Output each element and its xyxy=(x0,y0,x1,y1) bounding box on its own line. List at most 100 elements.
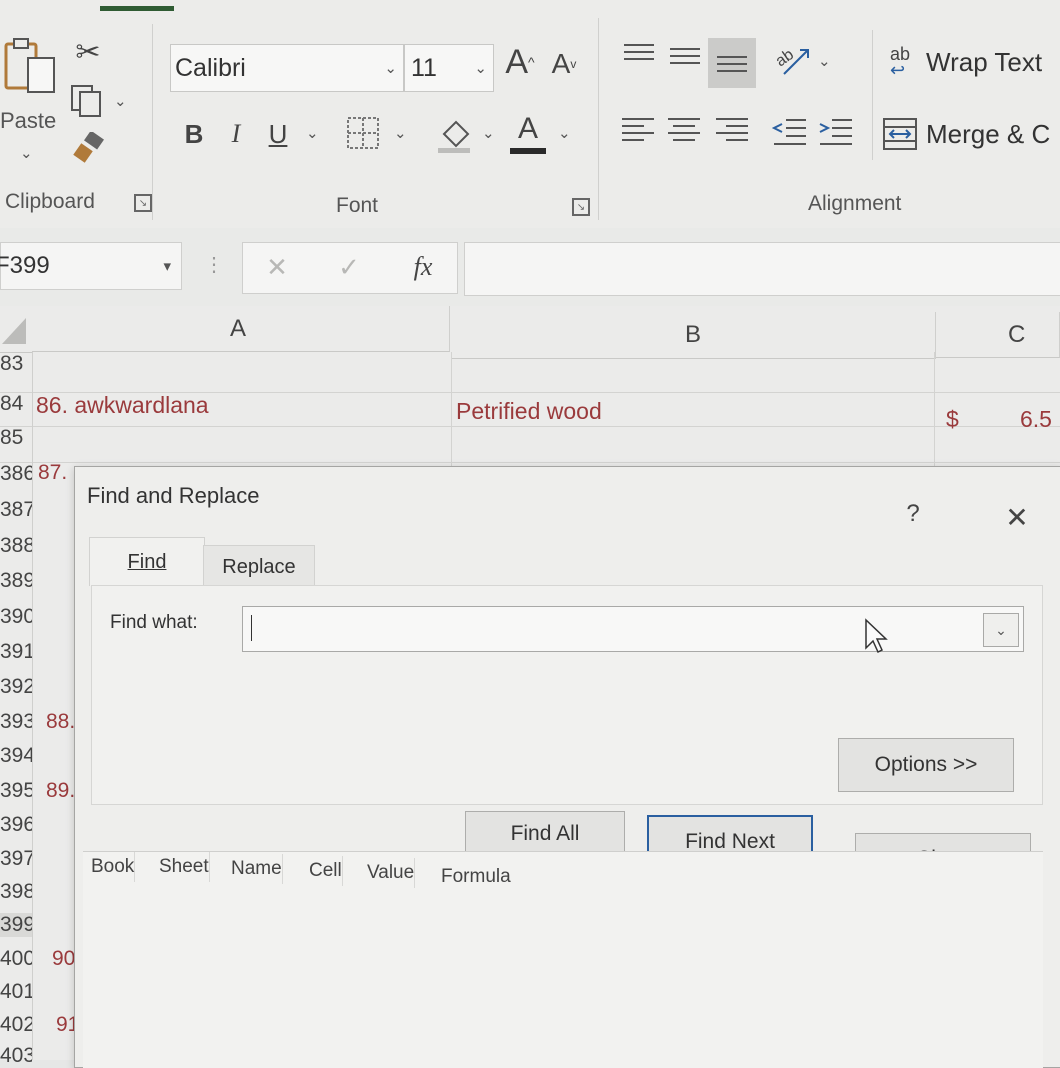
cell-a395[interactable]: 89. xyxy=(46,779,75,803)
font-size-combobox[interactable]: 11 ⌄ xyxy=(404,44,494,92)
svg-text:⌄: ⌄ xyxy=(114,92,127,110)
select-all-button[interactable] xyxy=(0,306,32,353)
results-column-formula[interactable]: Formula xyxy=(433,862,511,892)
align-right-icon[interactable] xyxy=(716,118,748,141)
results-column-cell[interactable]: Cell xyxy=(301,856,343,886)
row-header[interactable]: 397 xyxy=(0,847,32,871)
middle-align-icon[interactable] xyxy=(670,48,700,64)
find-history-dropdown-icon[interactable]: ⌄ xyxy=(983,613,1019,647)
borders-button[interactable] xyxy=(346,116,382,152)
font-launcher-icon[interactable]: ↘ xyxy=(572,198,590,216)
row-header[interactable]: 83 xyxy=(0,352,32,388)
row-header[interactable]: 388 xyxy=(0,534,32,558)
decrease-indent-button[interactable] xyxy=(771,116,808,148)
font-name-combobox[interactable]: Calibri ⌄ xyxy=(170,44,404,92)
row-header[interactable]: 85 xyxy=(0,426,32,460)
find-what-input[interactable]: ⌄ xyxy=(242,606,1024,652)
underline-dropdown-icon[interactable]: ⌄ xyxy=(306,124,319,142)
tab-find-label: Find xyxy=(127,550,167,573)
borders-dropdown-icon[interactable]: ⌄ xyxy=(394,124,407,142)
increase-font-size-button[interactable]: A ^ xyxy=(500,40,540,84)
row-header-selected[interactable]: 399 xyxy=(0,913,32,937)
row-header[interactable]: 400 xyxy=(0,947,32,971)
row-header[interactable]: 393 xyxy=(0,710,32,734)
row-header[interactable]: 389 xyxy=(0,569,32,593)
merge-center-button[interactable]: Merge & C xyxy=(882,112,1060,156)
fill-color-dropdown-icon[interactable]: ⌄ xyxy=(482,124,495,142)
clipboard-group-label: Clipboard xyxy=(5,190,95,213)
row-header[interactable]: 392 xyxy=(0,675,32,699)
row-header[interactable]: 84 xyxy=(0,392,32,426)
name-box-value: F399 xyxy=(0,252,50,279)
font-color-button[interactable]: A xyxy=(510,112,546,156)
tab-find[interactable]: Find xyxy=(89,537,205,586)
mouse-pointer-icon xyxy=(865,618,888,654)
row-header[interactable]: 401 xyxy=(0,980,32,1004)
column-header-c[interactable]: C xyxy=(936,312,1060,358)
tab-replace[interactable]: Replace xyxy=(203,545,315,588)
cell-a84[interactable]: 86. awkwardlana xyxy=(36,392,209,419)
underline-button[interactable]: U xyxy=(264,114,292,154)
results-column-name[interactable]: Name xyxy=(223,854,283,884)
results-column-book[interactable]: Book xyxy=(83,852,136,882)
column-header-b[interactable]: B xyxy=(451,312,936,359)
row-header[interactable]: 398 xyxy=(0,880,32,904)
copy-button[interactable]: ⌄ xyxy=(70,82,130,118)
cell-a393[interactable]: 88. xyxy=(46,710,75,734)
enter-entry-icon[interactable]: ✓ xyxy=(331,249,367,285)
row-header[interactable]: 391 xyxy=(0,640,32,664)
dialog-close-icon[interactable]: ✕ xyxy=(999,499,1035,535)
bottom-align-button[interactable] xyxy=(708,38,756,88)
row-header[interactable]: 390 xyxy=(0,605,32,629)
results-column-sheet[interactable]: Sheet xyxy=(151,852,210,882)
formula-input[interactable] xyxy=(464,242,1060,296)
options-button[interactable]: Options >> xyxy=(838,738,1014,792)
wrap-text-icon: ab ↩ xyxy=(890,44,911,80)
orientation-button[interactable]: ab xyxy=(773,40,814,80)
increase-indent-button[interactable] xyxy=(818,116,854,148)
column-header-a[interactable]: A xyxy=(32,306,450,352)
help-icon[interactable]: ? xyxy=(901,497,925,531)
row-header[interactable]: 394 xyxy=(0,744,32,768)
row-header[interactable]: 386 xyxy=(0,462,32,486)
row-gridline xyxy=(0,462,1060,463)
paste-button[interactable] xyxy=(0,36,60,96)
font-group-label: Font xyxy=(336,194,379,217)
group-separator xyxy=(598,18,599,220)
cell-c84-currency[interactable]: $ xyxy=(946,406,959,433)
row-header[interactable]: 387 xyxy=(0,498,32,522)
decrease-font-size-button[interactable]: Av xyxy=(546,44,582,84)
paste-dropdown-icon[interactable]: ⌄ xyxy=(20,144,33,162)
fill-color-button[interactable] xyxy=(436,114,476,154)
font-color-dropdown-icon[interactable]: ⌄ xyxy=(558,124,571,142)
row-header[interactable]: 396 xyxy=(0,813,32,837)
cancel-entry-icon[interactable]: ✕ xyxy=(259,249,295,285)
format-painter-button[interactable] xyxy=(72,130,106,166)
align-center-icon[interactable] xyxy=(668,118,700,141)
clipboard-launcher-icon[interactable]: ↘ xyxy=(134,194,152,212)
font-size-dropdown-icon[interactable]: ⌄ xyxy=(474,59,487,77)
results-list[interactable]: Book Sheet Name Cell Value Formula xyxy=(83,851,1043,1068)
row-header[interactable]: 395 xyxy=(0,779,32,803)
cell-c84-value[interactable]: 6.5 xyxy=(1020,406,1052,433)
cell-b84[interactable]: Petrified wood xyxy=(456,398,602,425)
cell-a386[interactable]: 87. xyxy=(38,461,67,485)
name-box[interactable]: F399 ▾ xyxy=(0,242,182,290)
results-column-value[interactable]: Value xyxy=(359,858,416,888)
bold-button[interactable]: B xyxy=(180,114,208,154)
name-box-dropdown-icon[interactable]: ▾ xyxy=(163,257,171,275)
active-tab-indicator xyxy=(100,6,174,11)
wrap-text-button[interactable]: ab ↩ Wrap Text xyxy=(890,40,1060,84)
cut-icon[interactable]: ✂ xyxy=(72,34,104,70)
orientation-dropdown-icon[interactable]: ⌄ xyxy=(818,52,831,70)
insert-function-icon[interactable]: fx xyxy=(403,249,443,285)
italic-button[interactable]: I xyxy=(222,114,250,154)
row-header[interactable]: 403 xyxy=(0,1044,32,1068)
grow-font-icon: A xyxy=(505,42,529,81)
row-header[interactable]: 402 xyxy=(0,1013,32,1037)
col-gridline xyxy=(451,352,452,476)
row-gridline xyxy=(0,426,1060,427)
top-align-icon[interactable] xyxy=(624,44,654,60)
font-name-dropdown-icon[interactable]: ⌄ xyxy=(384,59,397,77)
align-left-icon[interactable] xyxy=(622,118,654,141)
